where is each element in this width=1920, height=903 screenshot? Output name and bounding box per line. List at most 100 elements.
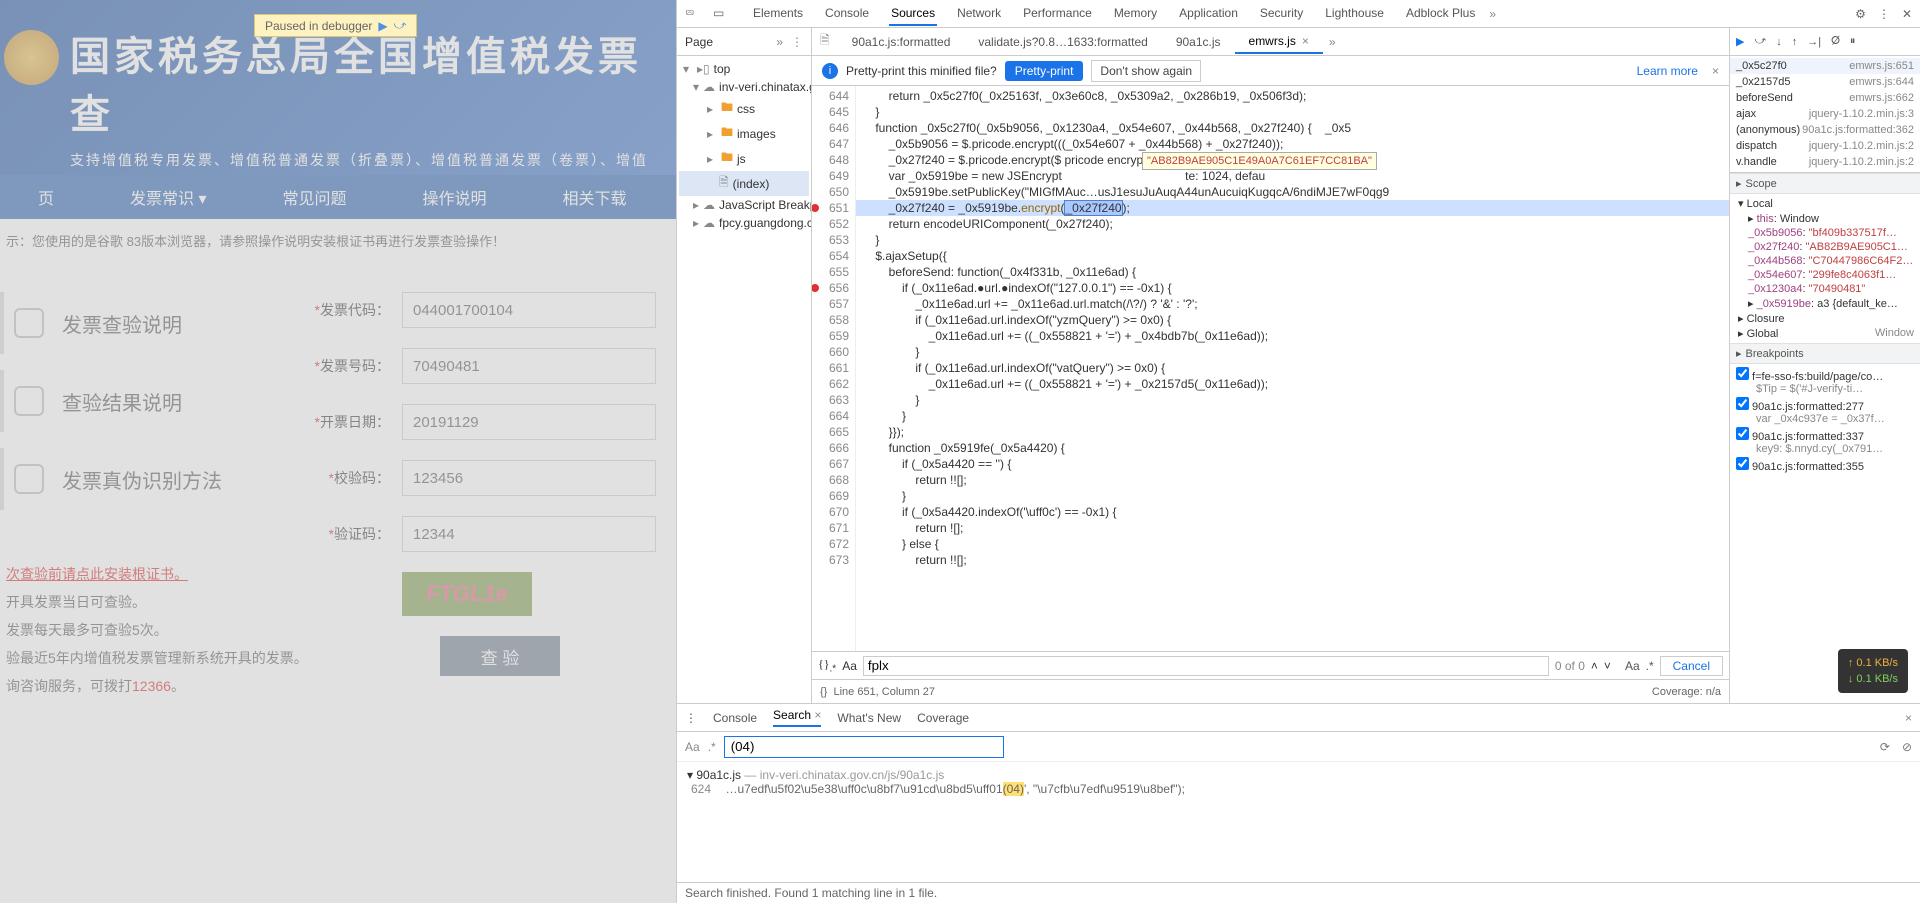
tab-sources[interactable]: Sources <box>889 2 937 26</box>
drawer-close-icon[interactable]: × <box>1905 711 1912 725</box>
tree-top[interactable]: ▾▸▯top <box>679 60 809 78</box>
close-tab-icon[interactable]: × <box>1302 34 1309 48</box>
tab-adblock[interactable]: Adblock Plus <box>1404 2 1477 26</box>
resume-icon[interactable]: ▶ <box>378 19 387 33</box>
regex-icon[interactable]: {}.* <box>818 657 836 674</box>
sidebar-item[interactable]: 查验结果说明 <box>0 370 300 432</box>
tree-images[interactable]: ▸🖿images <box>679 121 809 146</box>
stack-frame[interactable]: (anonymous)90a1c.js:formatted:362 <box>1730 122 1920 138</box>
code-view[interactable]: 6446456466476486496506516526536546556566… <box>812 86 1729 651</box>
editor-find-bar: {}.* Aa 0 of 0 ˄ ˅ Aa .* Cancel <box>812 651 1729 679</box>
close-devtools-icon[interactable]: ✕ <box>1902 7 1912 21</box>
tab-application[interactable]: Application <box>1177 2 1240 26</box>
dont-show-button[interactable]: Don't show again <box>1091 60 1201 82</box>
breakpoint-item[interactable]: f=fe-sso-fs:build/page/co…$Tip = $('#J-v… <box>1734 366 1916 396</box>
tree-js[interactable]: ▸🖿js <box>679 146 809 171</box>
stack-frame[interactable]: v.handlejquery-1.10.2.min.js:2 <box>1730 154 1920 170</box>
kebab-icon[interactable]: ⋮ <box>1878 7 1890 21</box>
pause-exc-icon[interactable]: ⏸ <box>1850 35 1856 48</box>
stack-frame[interactable]: _0x5c27f0emwrs.js:651 <box>1730 58 1920 74</box>
breakpoints-header[interactable]: ▸Breakpoints <box>1730 343 1920 364</box>
tab-security[interactable]: Security <box>1258 2 1305 26</box>
drawer-tab-whatsnew[interactable]: What's New <box>837 711 901 725</box>
breakpoint-item[interactable]: 90a1c.js:formatted:355 <box>1734 456 1916 474</box>
step-into-icon[interactable]: ↓ <box>1776 36 1782 48</box>
tab-performance[interactable]: Performance <box>1021 2 1094 26</box>
tree-css[interactable]: ▸🖿css <box>679 96 809 121</box>
find-input[interactable] <box>863 656 1549 676</box>
device-icon[interactable]: ▭ <box>713 6 729 22</box>
global-search-input[interactable] <box>724 736 1004 758</box>
nav-item[interactable]: 操作说明 <box>385 185 525 209</box>
drawer-tab-coverage[interactable]: Coverage <box>917 711 969 725</box>
cert-install-link[interactable]: 次查验前请点此安装根证书。 <box>6 566 188 582</box>
file-icon: 🗎 <box>812 31 838 52</box>
submit-button[interactable]: 查 验 <box>440 636 560 676</box>
file-tab[interactable]: validate.js?0.8…1633:formatted <box>964 31 1161 53</box>
regex-icon[interactable]: .* <box>708 740 716 754</box>
file-tab[interactable]: 90a1c.js <box>1162 31 1235 53</box>
tab-lighthouse[interactable]: Lighthouse <box>1323 2 1386 26</box>
stack-frame[interactable]: beforeSendemwrs.js:662 <box>1730 90 1920 106</box>
nav-item[interactable]: 发票常识 ▾ <box>92 185 244 209</box>
learn-more-link[interactable]: Learn more <box>1637 64 1698 78</box>
stack-frame[interactable]: _0x2157d5emwrs.js:644 <box>1730 74 1920 90</box>
step-icon[interactable]: ⤻ <box>394 18 407 33</box>
tree-fpcy[interactable]: ▸☁fpcy.guangdong.c <box>679 214 809 232</box>
sidebar-item[interactable]: 发票查验说明 <box>0 292 300 354</box>
tree-index[interactable]: 🗎(index) <box>679 171 809 196</box>
inspect-icon[interactable]: ⮹ <box>685 6 701 22</box>
jym-input[interactable] <box>402 460 656 496</box>
file-tab[interactable]: emwrs.js× <box>1235 30 1323 54</box>
scope-header[interactable]: ▸Scope <box>1730 173 1920 194</box>
match-case-icon[interactable]: Aa <box>685 740 700 754</box>
drawer-menu-icon[interactable]: ⋮ <box>685 711 697 725</box>
yzm-input[interactable] <box>402 516 656 552</box>
refresh-icon[interactable]: ⟳ <box>1880 740 1890 754</box>
nav-item[interactable]: 常见问题 <box>245 185 385 209</box>
breakpoint-item[interactable]: 90a1c.js:formatted:337key9: $.nnyd.cy(_0… <box>1734 426 1916 456</box>
more-tabs-icon[interactable]: » <box>1489 7 1496 21</box>
tree-domain[interactable]: ▾☁inv-veri.chinatax.g <box>679 78 809 96</box>
nav-item[interactable]: 相关下载 <box>525 185 665 209</box>
stack-frame[interactable]: ajaxjquery-1.10.2.min.js:3 <box>1730 106 1920 122</box>
find-cancel-button[interactable]: Cancel <box>1660 656 1723 676</box>
more-tabs-icon[interactable]: » <box>1329 35 1336 49</box>
tab-console[interactable]: Console <box>823 2 871 26</box>
step-over-icon[interactable]: ⤻ <box>1754 35 1766 48</box>
pretty-print-button[interactable]: Pretty-print <box>1005 61 1084 81</box>
captcha-image[interactable]: FTGL1e <box>402 572 532 616</box>
fphm-input[interactable] <box>402 348 656 384</box>
clear-icon[interactable]: ⊘ <box>1902 740 1912 754</box>
browser-warning: 示：您使用的是谷歌 83版本浏览器，请参照操作说明安装根证书再进行发票查验操作！ <box>0 219 676 262</box>
tree-jsbp[interactable]: ▸☁JavaScript Breakpo <box>679 196 809 214</box>
resume-icon[interactable]: ▶ <box>1736 35 1744 48</box>
sidebar-item[interactable]: 发票真伪识别方法 <box>0 448 300 510</box>
step-out-icon[interactable]: ↑ <box>1792 36 1798 48</box>
kebab-icon[interactable]: ⋮ <box>791 35 803 49</box>
next-match-icon[interactable]: ˅ <box>1604 659 1611 673</box>
breakpoint-item[interactable]: 90a1c.js:formatted:277var _0x4c937e = _0… <box>1734 396 1916 426</box>
nav-item[interactable]: 页 <box>0 185 92 209</box>
drawer-tab-search[interactable]: Search × <box>773 708 821 727</box>
deactivate-bp-icon[interactable]: ⭘̸ <box>1831 35 1840 48</box>
tab-network[interactable]: Network <box>955 2 1003 26</box>
page-pane-label[interactable]: Page <box>685 35 713 49</box>
prev-match-icon[interactable]: ˄ <box>1591 659 1598 673</box>
match-case-icon[interactable]: Aa <box>842 659 857 673</box>
tab-memory[interactable]: Memory <box>1112 2 1159 26</box>
tab-elements[interactable]: Elements <box>751 2 805 26</box>
file-tab[interactable]: 90a1c.js:formatted <box>838 31 965 53</box>
settings-icon[interactable]: ⚙ <box>1855 7 1866 21</box>
drawer-tab-console[interactable]: Console <box>713 711 757 725</box>
info-icon: i <box>822 63 838 79</box>
doc-icon <box>14 386 44 416</box>
more-icon[interactable]: » <box>776 35 783 49</box>
kprq-input[interactable] <box>402 404 656 440</box>
stack-frame[interactable]: dispatchjquery-1.10.2.min.js:2 <box>1730 138 1920 154</box>
close-icon[interactable]: × <box>1712 64 1719 78</box>
search-results[interactable]: ▾ 90a1c.js — inv-veri.chinatax.gov.cn/js… <box>677 762 1920 802</box>
step-icon[interactable]: →| <box>1807 36 1821 48</box>
fpdm-input[interactable] <box>402 292 656 328</box>
editor-status-bar: {} Line 651, Column 27 Coverage: n/a <box>812 679 1729 703</box>
